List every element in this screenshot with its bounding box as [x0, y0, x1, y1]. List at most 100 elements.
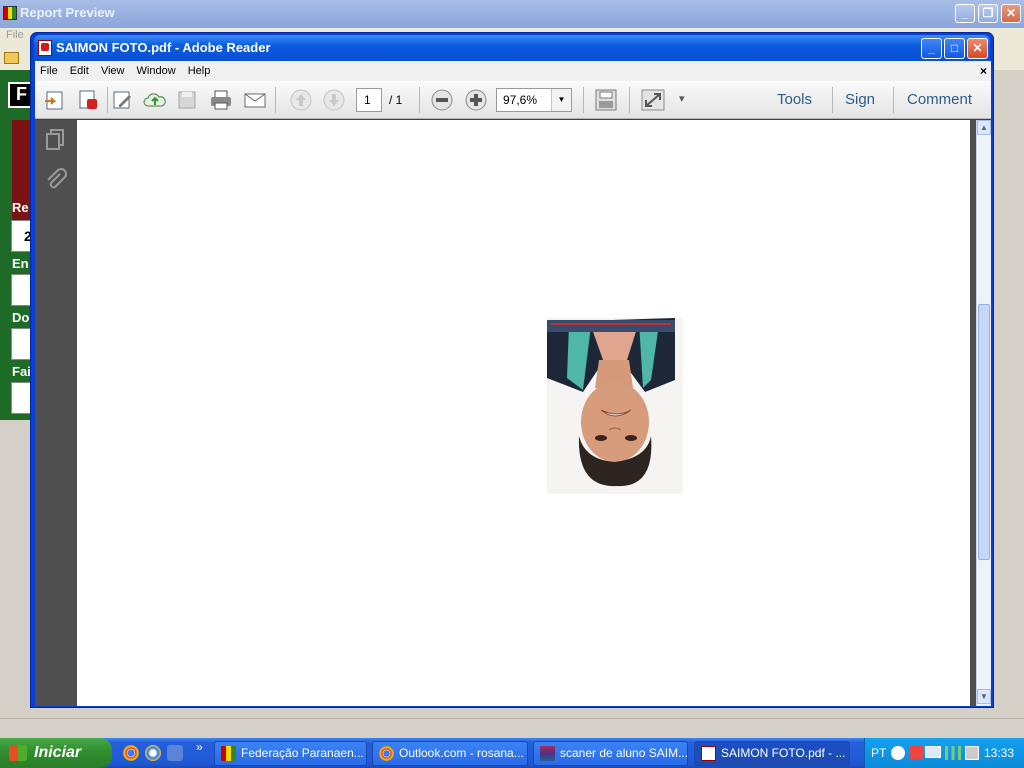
zoom-select[interactable]: 97,6% ▼ [496, 88, 572, 112]
system-tray: PT 13:33 [864, 738, 1024, 768]
chrome-quicklaunch-icon[interactable] [123, 745, 139, 761]
tools-pane-button[interactable]: Tools [777, 87, 812, 113]
page-thumbnails-icon[interactable] [45, 128, 67, 152]
winrar-icon [540, 746, 555, 761]
report-preview-titlebar: Report Preview _ ❐ ✕ [0, 0, 1024, 28]
taskbar-item-outlook[interactable]: Outlook.com - rosana... [372, 741, 528, 766]
photo-image [547, 318, 683, 494]
menu-window[interactable]: Window [133, 61, 180, 81]
outlook-quicklaunch-icon[interactable] [167, 745, 183, 761]
reader-maximize-button[interactable]: □ [944, 38, 965, 59]
toolbar-overflow-icon[interactable]: ▾ [679, 92, 685, 105]
form-label-re: Re [12, 200, 29, 215]
task-label: Outlook.com - rosana... [399, 746, 524, 760]
task-label: SAIMON FOTO.pdf - ... [721, 746, 846, 760]
start-button[interactable]: Iniciar [0, 738, 112, 768]
email-icon[interactable] [243, 89, 267, 111]
taskbar-item-scanner[interactable]: scaner de aluno SAIM... [533, 741, 688, 766]
tray-expand-icon[interactable] [891, 746, 905, 760]
menu-help[interactable]: Help [184, 61, 215, 81]
form-logo-letter: F [16, 84, 27, 104]
form-logo: F [8, 82, 32, 108]
full-screen-icon[interactable] [641, 89, 665, 111]
save-icon[interactable] [175, 89, 199, 111]
toolbar-separator [275, 87, 276, 113]
pdf-icon [701, 746, 716, 761]
reader-titlebar: SAIMON FOTO.pdf - Adobe Reader _ □ ✕ [34, 35, 990, 61]
security-alert-icon[interactable] [909, 745, 923, 759]
pdf-icon [38, 40, 52, 56]
task-label: scaner de aluno SAIM... [560, 746, 688, 760]
taskbar-item-federacao[interactable]: Federação Paranaen... [214, 741, 367, 766]
form-box [11, 328, 32, 360]
printer-icon[interactable] [965, 746, 979, 760]
comment-pane-button[interactable]: Comment [907, 87, 972, 113]
zoom-out-icon[interactable] [430, 89, 454, 111]
cloud-upload-icon[interactable] [143, 89, 167, 111]
toolbar-separator [583, 87, 584, 113]
create-pdf-icon[interactable] [77, 89, 101, 111]
bg-restore-button[interactable]: ❐ [978, 4, 998, 23]
toolbar-separator [419, 87, 420, 113]
report-preview-body [0, 420, 32, 750]
next-page-icon[interactable] [322, 89, 346, 111]
bg-minimize-button[interactable]: _ [955, 4, 975, 23]
report-preview-statusbar [0, 706, 1024, 738]
fit-page-icon[interactable] [594, 89, 618, 111]
zoom-value: 97,6% [503, 93, 538, 107]
document-page[interactable] [77, 120, 970, 706]
edit-document-icon[interactable] [111, 89, 135, 111]
bg-close-button[interactable]: ✕ [1001, 4, 1021, 23]
adobe-reader-window: SAIMON FOTO.pdf - Adobe Reader _ □ ✕ Fil… [30, 32, 994, 708]
form-box-text: 2 [24, 228, 32, 244]
form-box [11, 382, 32, 414]
form-box: 2 [11, 220, 32, 252]
toolbar-separator [629, 87, 630, 113]
reader-title: SAIMON FOTO.pdf - Adobe Reader [56, 40, 271, 55]
toolbar-separator [893, 87, 894, 113]
sign-pane-button[interactable]: Sign [845, 87, 875, 113]
navigation-pane [35, 120, 77, 706]
attachments-icon[interactable] [45, 168, 67, 192]
menu-view[interactable]: View [97, 61, 129, 81]
reader-menubar: File Edit View Window Help × [35, 61, 991, 81]
vertical-scrollbar[interactable]: ▲ ▼ [976, 120, 991, 706]
start-label: Iniciar [34, 744, 82, 761]
menu-file[interactable]: File [36, 61, 62, 81]
ie-quicklaunch-icon[interactable] [145, 745, 161, 761]
form-label-do: Do [12, 310, 30, 325]
windows-logo-icon [9, 745, 27, 761]
report-preview-title: Report Preview [20, 5, 115, 20]
network-icon[interactable] [925, 746, 941, 758]
signal-icon[interactable] [945, 746, 961, 760]
reader-close-button[interactable]: ✕ [967, 38, 988, 59]
toolbar-separator [107, 87, 108, 113]
app-icon [3, 6, 17, 20]
page-total: / 1 [389, 93, 403, 107]
menubar-close-icon[interactable]: × [980, 61, 987, 81]
windows-taskbar: Iniciar » Federação Paranaen... Outlook.… [0, 738, 1024, 768]
print-icon[interactable] [209, 89, 233, 111]
app-icon [221, 746, 236, 761]
bg-menu-file[interactable]: File [6, 29, 24, 41]
form-label-fai: Fai [12, 364, 31, 379]
taskbar-item-saimon-pdf[interactable]: SAIMON FOTO.pdf - ... [694, 741, 850, 766]
folder-icon[interactable] [4, 52, 19, 64]
quicklaunch-overflow[interactable]: » [196, 740, 203, 754]
clock: 13:33 [984, 746, 1015, 760]
task-label: Federação Paranaen... [241, 746, 364, 760]
form-box [11, 274, 32, 306]
toolbar-separator [832, 87, 833, 113]
menu-edit[interactable]: Edit [66, 61, 93, 81]
scroll-down-icon[interactable]: ▼ [977, 689, 991, 704]
scroll-thumb[interactable] [978, 304, 990, 560]
language-indicator[interactable]: PT [871, 738, 886, 768]
open-file-icon[interactable] [43, 89, 67, 111]
previous-page-icon[interactable] [289, 89, 313, 111]
zoom-in-icon[interactable] [464, 89, 488, 111]
form-label-en: En [12, 256, 29, 271]
chevron-down-icon[interactable]: ▼ [551, 89, 571, 111]
page-number-input[interactable]: 1 [356, 88, 382, 112]
scroll-up-icon[interactable]: ▲ [977, 120, 991, 135]
reader-minimize-button[interactable]: _ [921, 38, 942, 59]
